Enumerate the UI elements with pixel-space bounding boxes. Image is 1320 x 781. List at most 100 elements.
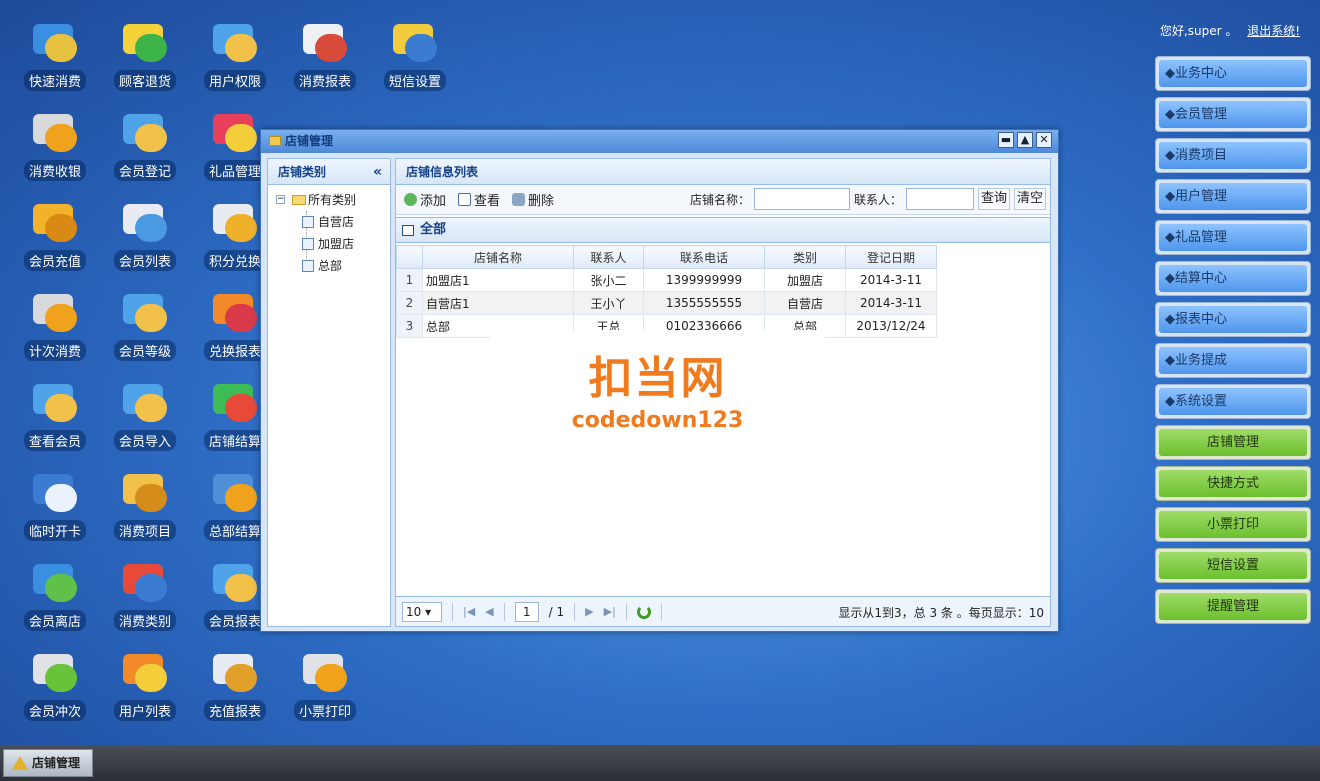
desktop-icon[interactable]: 会员离店 <box>10 560 100 640</box>
quick-receipt-print-button[interactable]: 小票打印 <box>1155 507 1311 542</box>
nav-item-users[interactable]: ◆用户管理 <box>1155 179 1311 214</box>
desktop-icon[interactable]: 短信设置 <box>370 20 460 100</box>
desktop-icon[interactable]: 用户列表 <box>100 650 190 730</box>
quick-store-manage-button[interactable]: 店铺管理 <box>1155 425 1311 460</box>
nav-label: ◆礼品管理 <box>1159 224 1307 251</box>
desktop-icon[interactable]: 消费项目 <box>100 470 190 550</box>
row-number: 3 <box>396 314 423 338</box>
tree-node-all[interactable]: − 所有类别 <box>274 189 384 267</box>
page-number-input[interactable]: 1 <box>514 601 539 622</box>
nav-item-members[interactable]: ◆会员管理 <box>1155 97 1311 132</box>
store-name-input[interactable] <box>753 188 850 210</box>
app-icon <box>27 290 83 336</box>
desktop-icon-label: 会员等级 <box>113 340 176 361</box>
nav-item-system[interactable]: ◆系统设置 <box>1155 384 1311 419</box>
desktop-icon-label: 会员报表 <box>203 610 266 631</box>
column-header[interactable]: 登记日期 <box>845 245 937 269</box>
view-button[interactable]: 查看 <box>458 190 500 209</box>
desktop-icon-label: 积分兑换 <box>203 250 266 271</box>
nav-item-consume-items[interactable]: ◆消费项目 <box>1155 138 1311 173</box>
desktop-icon[interactable]: 小票打印 <box>280 650 370 730</box>
page-size-select[interactable]: 10 ▾ <box>402 601 442 622</box>
app-icon <box>117 20 173 66</box>
grid-icon <box>402 225 414 236</box>
tree-node-self-operated[interactable]: 自营店 <box>274 211 384 233</box>
app-icon <box>207 470 263 516</box>
minimize-button[interactable]: ▬ <box>998 132 1014 148</box>
add-button[interactable]: 添加 <box>404 190 446 209</box>
desktop-icon-label: 顾客退货 <box>113 70 176 91</box>
window-titlebar[interactable]: 店铺管理 ▬ ▲ ✕ <box>261 130 1058 153</box>
contact-label: 联系人： <box>853 192 902 207</box>
folder-icon <box>269 136 281 146</box>
maximize-button[interactable]: ▲ <box>1017 132 1033 148</box>
view-icon <box>458 193 472 206</box>
tree-node-headquarters[interactable]: 总部 <box>274 255 384 277</box>
nav-item-settlement[interactable]: ◆结算中心 <box>1155 261 1311 296</box>
desktop-icon[interactable]: 查看会员 <box>10 380 100 460</box>
desktop-icon[interactable]: 计次消费 <box>10 290 100 370</box>
desktop-icon[interactable]: 会员列表 <box>100 200 190 280</box>
quick-label: 提醒管理 <box>1159 593 1307 620</box>
nav-item-reports[interactable]: ◆报表中心 <box>1155 302 1311 337</box>
desktop-icon[interactable]: 会员登记 <box>100 110 190 190</box>
table-row[interactable]: 1 加盟店1 张小二 1399999999 加盟店 2014-3-11 <box>396 268 937 292</box>
taskbar-item-store-management[interactable]: 店铺管理 <box>3 749 93 777</box>
search-bar: 店铺名称： 联系人： 查询 清空 <box>690 188 1046 210</box>
app-icon <box>117 290 173 336</box>
quick-shortcuts-button[interactable]: 快捷方式 <box>1155 466 1311 501</box>
quick-sms-settings-button[interactable]: 短信设置 <box>1155 548 1311 583</box>
table-row[interactable]: 2 自营店1 王小丫 1355555555 自营店 2014-3-11 <box>396 291 937 315</box>
desktop-icon[interactable]: 用户权限 <box>190 20 280 100</box>
window-title: 店铺管理 <box>285 134 334 148</box>
nav-item-gifts[interactable]: ◆礼品管理 <box>1155 220 1311 255</box>
nav-item-business[interactable]: ◆业务中心 <box>1155 56 1311 91</box>
desktop-icon[interactable]: 会员导入 <box>100 380 190 460</box>
prev-page-icon[interactable]: ◀ <box>485 605 493 618</box>
nav-label: ◆系统设置 <box>1159 388 1307 415</box>
nav-item-commission[interactable]: ◆业务提成 <box>1155 343 1311 378</box>
desktop-icon[interactable]: 消费报表 <box>280 20 370 100</box>
last-page-icon[interactable]: ▶| <box>604 605 616 618</box>
desktop-icon[interactable]: 顾客退货 <box>100 20 190 100</box>
desktop-icon[interactable]: 快速消费 <box>10 20 100 100</box>
logout-link[interactable]: 退出系统! <box>1247 24 1300 38</box>
quick-label: 店铺管理 <box>1159 429 1307 456</box>
desktop: 快速消费 顾客退货 用户权限 消费报表 短信设置 消费收银 会员登记 礼品管理 会员充值 会员列表… <box>0 0 1320 745</box>
desktop-icon[interactable]: 消费收银 <box>10 110 100 190</box>
desktop-icon[interactable]: 会员冲次 <box>10 650 100 730</box>
collapse-icon[interactable]: « <box>373 159 382 185</box>
store-table: 店铺名称 联系人 联系电话 类别 登记日期 1 加盟店1 张小二 1399999… <box>396 245 937 338</box>
collapse-toggle-icon[interactable]: − <box>276 195 285 204</box>
query-button[interactable]: 查询 <box>977 188 1010 210</box>
app-icon <box>27 200 83 246</box>
category-panel: 店铺类别 « − 所有类别 自营店 加盟店 总部 <box>267 158 391 627</box>
first-page-icon[interactable]: |◀ <box>463 605 475 618</box>
toolbar: 添加 查看 删除 店铺名称： 联系人： 查询 清空 <box>396 185 1050 215</box>
delete-button[interactable]: 删除 <box>512 190 554 209</box>
next-page-icon[interactable]: ▶ <box>585 605 593 618</box>
desktop-icon[interactable]: 会员充值 <box>10 200 100 280</box>
column-header[interactable]: 类别 <box>764 245 846 269</box>
taskbar-item-label: 店铺管理 <box>32 756 81 770</box>
clear-button[interactable]: 清空 <box>1013 188 1046 210</box>
desktop-icon[interactable]: 会员等级 <box>100 290 190 370</box>
app-icon <box>27 650 83 696</box>
column-header[interactable]: 联系电话 <box>643 245 765 269</box>
column-header[interactable]: 店铺名称 <box>422 245 574 269</box>
list-icon <box>302 216 314 228</box>
app-icon <box>297 20 353 66</box>
desktop-icon-label: 短信设置 <box>383 70 446 91</box>
quick-reminder-button[interactable]: 提醒管理 <box>1155 589 1311 624</box>
desktop-icon[interactable]: 消费类别 <box>100 560 190 640</box>
close-button[interactable]: ✕ <box>1036 132 1052 148</box>
tree-node-franchise[interactable]: 加盟店 <box>274 233 384 255</box>
store-name-cell: 自营店1 <box>422 291 574 315</box>
column-header[interactable]: 联系人 <box>573 245 644 269</box>
desktop-icon[interactable]: 充值报表 <box>190 650 280 730</box>
tree-node-label: 加盟店 <box>318 237 355 251</box>
contact-input[interactable] <box>905 188 974 210</box>
desktop-icon-label: 会员导入 <box>113 430 176 451</box>
desktop-icon[interactable]: 临时开卡 <box>10 470 100 550</box>
refresh-icon[interactable] <box>636 604 651 619</box>
